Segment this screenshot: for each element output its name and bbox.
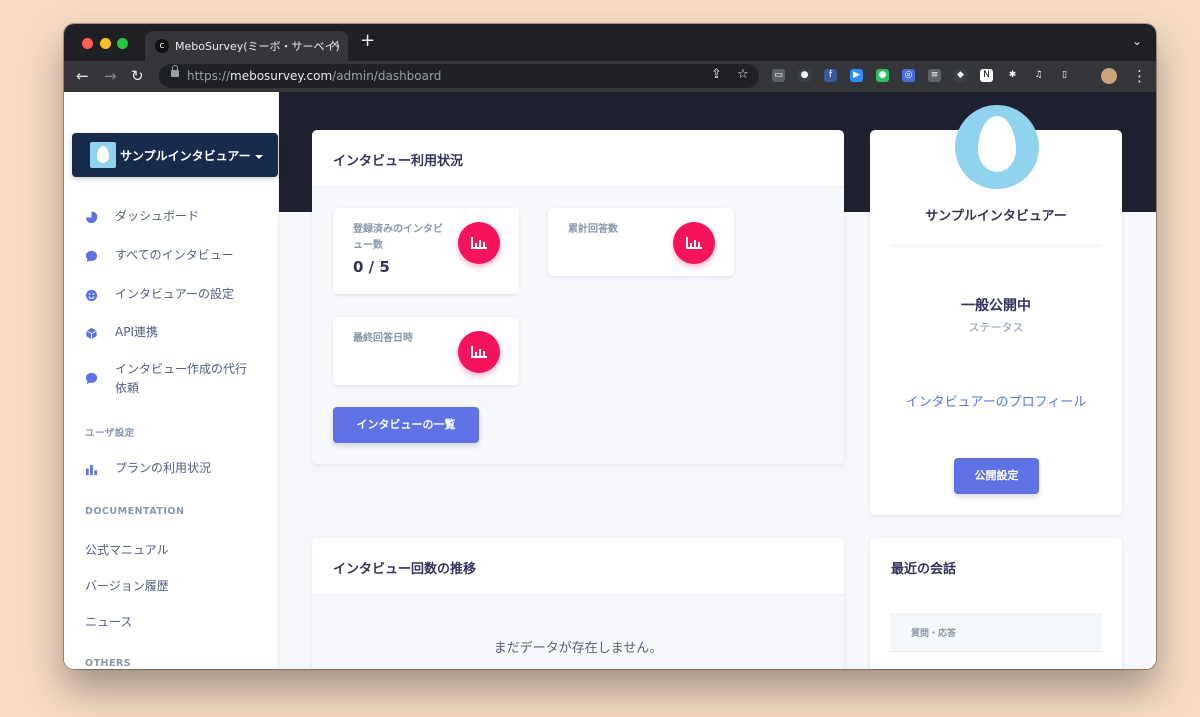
publish-status: 一般公開中 [961,298,1031,314]
sidebar-item-all-interviews[interactable]: すべてのインタビュー [64,246,278,268]
close-window-button[interactable] [82,38,93,49]
chat-bubble-icon [85,250,98,263]
interviewer-profile-link[interactable]: インタビュアーのプロフィール [900,392,1092,413]
bar-chart-icon [85,464,98,476]
reload-icon[interactable]: ↻ [131,66,144,86]
user-menu-label: サンプルインタビュアー [120,147,263,164]
sidebar: サンプルインタビュアー ダッシュボード すべてのインタビュー インタビュアーの設… [64,92,279,669]
usage-card: インタビュー利用状況 登録済みのインタビュー数 0 / 5 累計回答数 最終回答… [312,130,844,464]
circle-ext-icon[interactable]: ● [798,69,811,82]
profile-name: サンプルインタビュアー [925,209,1067,224]
recent-conversations-card: 最近の会話 質問・応答 [870,538,1122,669]
smile-icon [85,289,98,302]
sidebar-item-label: ダッシュボード [115,209,200,223]
caret-down-icon [254,154,263,159]
doc-ext-icon[interactable]: ≡ [928,69,941,82]
sidebar-item-api[interactable]: API連携 [64,323,278,345]
media-ext-icon[interactable]: ♫ [1032,69,1045,82]
card-header: インタビュー利用状況 [312,130,844,187]
card-body: まだデータが存在しません。 [312,595,844,669]
lock-icon [171,65,179,77]
screen-ext-icon[interactable]: ▭ [772,69,785,82]
browser-toolbar: ← → ↻ https://mebosurvey.com/admin/dashb… [64,61,1156,92]
sidebar-item-label: インタビュー作成の代行 依頼 [115,362,248,395]
minimize-window-button[interactable] [100,38,111,49]
empty-data-message: まだデータが存在しません。 [493,641,663,656]
box-icon [86,327,97,340]
swirl-ext-icon[interactable]: ◎ [902,69,915,82]
evernote-ext-icon[interactable]: ● [876,69,889,82]
maximize-window-button[interactable] [117,38,128,49]
profile-avatar[interactable] [1101,68,1117,84]
sidebar-item-label: すべてのインタビュー [115,248,234,262]
version-history-link[interactable]: バージョン履歴 [85,577,169,594]
stat-label: 累計回答数 [568,224,618,235]
user-menu-button[interactable]: サンプルインタビュアー [72,133,278,177]
sidebar-item-interviewer-settings[interactable]: インタビュアーの設定 [64,285,278,307]
stat-registered-interviews: 登録済みのインタビュー数 0 / 5 [333,208,519,294]
stat-label: 登録済みのインタビュー数 [353,224,443,251]
recent-card-title: 最近の会話 [891,562,957,577]
browser-tab[interactable]: c MeboSurvey(ミーボ・サーベイ) × [145,31,348,61]
sidebar-item-label: プランの利用状況 [115,461,212,475]
chat-bubble-icon [85,372,98,385]
tab-title: MeboSurvey(ミーボ・サーベイ) [175,40,340,53]
stat-last-response-time: 最終回答日時 [333,317,519,385]
star-icon[interactable]: ☆ [737,67,749,82]
browser-menu-icon[interactable]: ⋮ [1132,66,1147,86]
page-content: サンプルインタビュアー ダッシュボード すべてのインタビュー インタビュアーの設… [64,92,1156,669]
pie-chart-icon [85,211,98,224]
notion-ext-icon[interactable]: N [980,69,993,82]
new-tab-button[interactable]: + [360,32,375,50]
user-settings-heading: ユーザ設定 [85,428,135,439]
usage-card-title: インタビュー利用状況 [333,154,464,169]
profile-card: サンプルインタビュアー 一般公開中 ステータス インタビュアーのプロフィール 公… [870,105,1122,515]
back-icon[interactable]: ← [76,66,89,86]
manual-link[interactable]: 公式マニュアル [85,541,169,558]
news-link[interactable]: ニュース [85,613,132,630]
divider [890,245,1102,246]
address-bar[interactable]: https://mebosurvey.com/admin/dashboard ⇪… [159,64,759,88]
egg-avatar-icon [90,142,116,168]
puzzle-ext-icon[interactable]: ✱ [1006,69,1019,82]
tab-strip: c MeboSurvey(ミーボ・サーベイ) × + ⌄ [64,24,1156,61]
stat-value: 0 / 5 [353,258,390,276]
publish-settings-button[interactable]: 公開設定 [954,458,1039,494]
bar-chart-icon [673,222,715,264]
url-text: https://mebosurvey.com/admin/dashboard [187,69,442,83]
browser-window: c MeboSurvey(ミーボ・サーベイ) × + ⌄ ← → ↻ https… [64,24,1156,669]
interviewer-avatar [955,105,1039,189]
card-header: インタビュー回数の推移 [312,538,844,595]
stat-label: 最終回答日時 [353,333,413,344]
sidepanel-ext-icon[interactable]: ▯ [1058,69,1071,82]
bar-chart-icon [458,331,500,373]
trend-card-title: インタビュー回数の推移 [333,562,477,577]
share-icon[interactable]: ⇪ [711,67,722,82]
site-favicon-icon: c [155,39,169,53]
others-heading: OTHERS [85,658,132,669]
forward-icon[interactable]: → [104,66,117,86]
stat-total-responses: 累計回答数 [548,208,734,276]
tab-close-icon[interactable]: × [330,37,340,51]
sidebar-item-label: API連携 [115,325,158,339]
zoom-ext-icon[interactable]: ▶ [850,69,863,82]
tab-search-icon[interactable]: ⌄ [1132,34,1142,48]
sidebar-item-dashboard[interactable]: ダッシュボード [64,207,278,229]
sidebar-item-label: インタビュアーの設定 [115,287,235,301]
sidebar-item-request-creation[interactable]: インタビュー作成の代行 依頼 [64,360,278,400]
status-label: ステータス [968,321,1024,334]
bar-chart-icon [458,222,500,264]
trend-card: インタビュー回数の推移 まだデータが存在しません。 [312,538,844,669]
sidebar-item-plan-usage[interactable]: プランの利用状況 [64,459,278,481]
card-body: 登録済みのインタビュー数 0 / 5 累計回答数 最終回答日時 インタビューの一… [312,187,844,464]
facebook-ext-icon[interactable]: f [824,69,837,82]
documentation-heading: DOCUMENTATION [85,506,185,517]
table-header: 質問・応答 [890,614,1102,652]
interview-list-button[interactable]: インタビューの一覧 [333,407,479,443]
column-header: 質問・応答 [911,629,957,639]
bot-ext-icon[interactable]: ◆ [954,69,967,82]
